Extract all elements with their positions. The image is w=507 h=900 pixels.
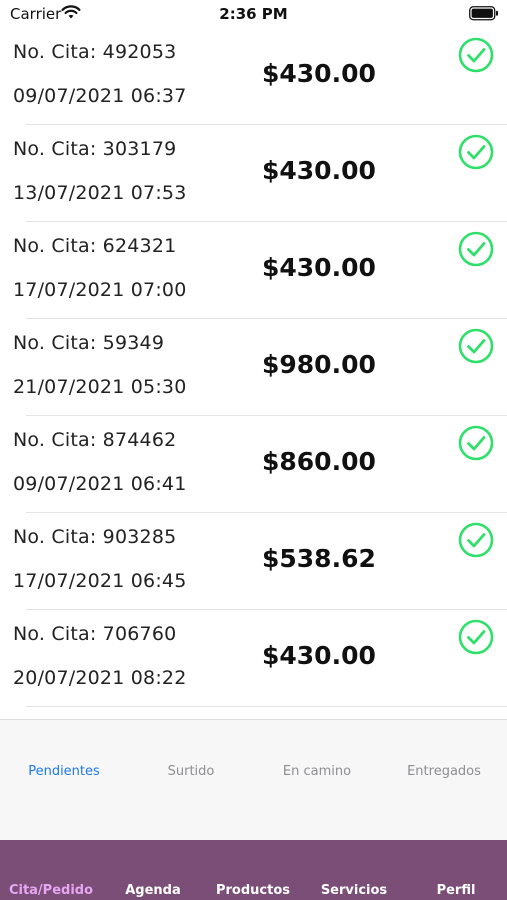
check-circle-icon [458,619,494,655]
appointment-date: 20/07/2021 08:22 [13,667,187,689]
order-row[interactable]: No. Cita: 59349 21/07/2021 05:30 $980.00 [0,319,507,416]
tabbar-item-servicios[interactable]: Servicios [304,883,404,898]
appointment-number: No. Cita: 624321 [13,235,177,257]
bottom-tab-bar: Cita/Pedido Agenda Productos Servicios Perfi… [0,840,507,900]
appointment-date: 21/07/2021 05:30 [13,376,187,398]
tab-pendientes[interactable]: Pendientes [1,764,127,779]
appointment-date: 09/07/2021 06:41 [13,473,187,495]
battery-icon [469,6,499,25]
status-filter-tabs: Pendientes Surtido En camino Entregados [0,719,507,841]
order-amount: $430.00 [262,59,376,88]
appointment-number: No. Cita: 492053 [13,41,177,63]
tabbar-item-agenda[interactable]: Agenda [103,883,203,898]
order-row[interactable]: No. Cita: 874462 09/07/2021 06:41 $860.00 [0,416,507,513]
tabbar-item-productos[interactable]: Productos [203,883,303,898]
appointment-number: No. Cita: 303179 [13,138,177,160]
appointment-number: No. Cita: 903285 [13,526,177,548]
order-amount: $538.62 [262,544,376,573]
order-row[interactable]: No. Cita: 624321 17/07/2021 07:00 $430.00 [0,222,507,319]
appointment-number: No. Cita: 59349 [13,332,165,354]
appointment-date: 17/07/2021 07:00 [13,279,187,301]
order-row[interactable]: No. Cita: 903285 17/07/2021 06:45 $538.62 [0,513,507,610]
order-row[interactable]: No. Cita: 706760 20/07/2021 08:22 $430.00 [0,610,507,707]
tab-en-camino[interactable]: En camino [254,764,380,779]
order-amount: $430.00 [262,156,376,185]
tab-surtido[interactable]: Surtido [128,764,254,779]
appointment-number: No. Cita: 874462 [13,429,177,451]
order-amount: $980.00 [262,350,376,379]
check-circle-icon [458,328,494,364]
appointment-date: 17/07/2021 06:45 [13,570,187,592]
appointment-number: No. Cita: 706760 [13,623,177,645]
check-circle-icon [458,522,494,558]
status-bar: Carrier 2:36 PM [0,0,507,28]
row-divider [26,706,507,707]
tabbar-item-cita-pedido[interactable]: Cita/Pedido [1,883,101,898]
appointment-date: 13/07/2021 07:53 [13,182,187,204]
order-amount: $860.00 [262,447,376,476]
check-circle-icon [458,134,494,170]
order-amount: $430.00 [262,253,376,282]
order-row[interactable]: No. Cita: 492053 09/07/2021 06:37 $430.00 [0,28,507,125]
check-circle-icon [458,37,494,73]
appointment-date: 09/07/2021 06:37 [13,85,187,107]
tab-entregados[interactable]: Entregados [381,764,507,779]
tabbar-item-perfil[interactable]: Perfil [406,883,506,898]
check-circle-icon [458,425,494,461]
order-row[interactable]: No. Cita: 303179 13/07/2021 07:53 $430.00 [0,125,507,222]
order-amount: $430.00 [262,641,376,670]
status-time: 2:36 PM [219,5,288,23]
order-list[interactable]: No. Cita: 492053 09/07/2021 06:37 $430.00 N… [0,28,507,707]
check-circle-icon [458,231,494,267]
